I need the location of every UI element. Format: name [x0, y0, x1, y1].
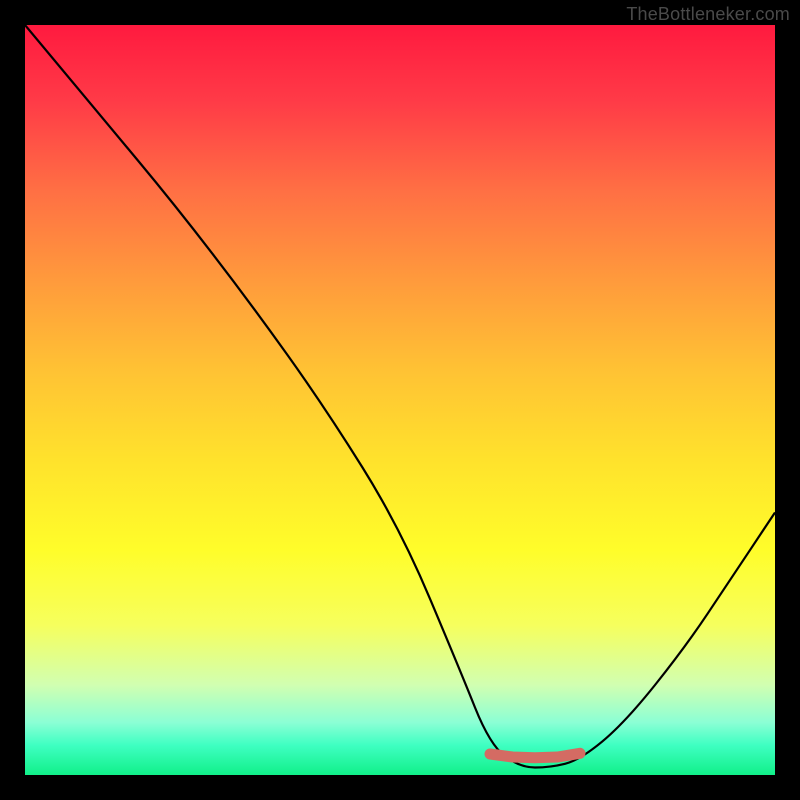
sweet-spot-marker [490, 753, 580, 758]
plot-area [25, 25, 775, 775]
bottleneck-curve [25, 25, 775, 768]
chart-frame: TheBottleneker.com [0, 0, 800, 800]
curve-layer [25, 25, 775, 775]
attribution-text: TheBottleneker.com [626, 4, 790, 25]
